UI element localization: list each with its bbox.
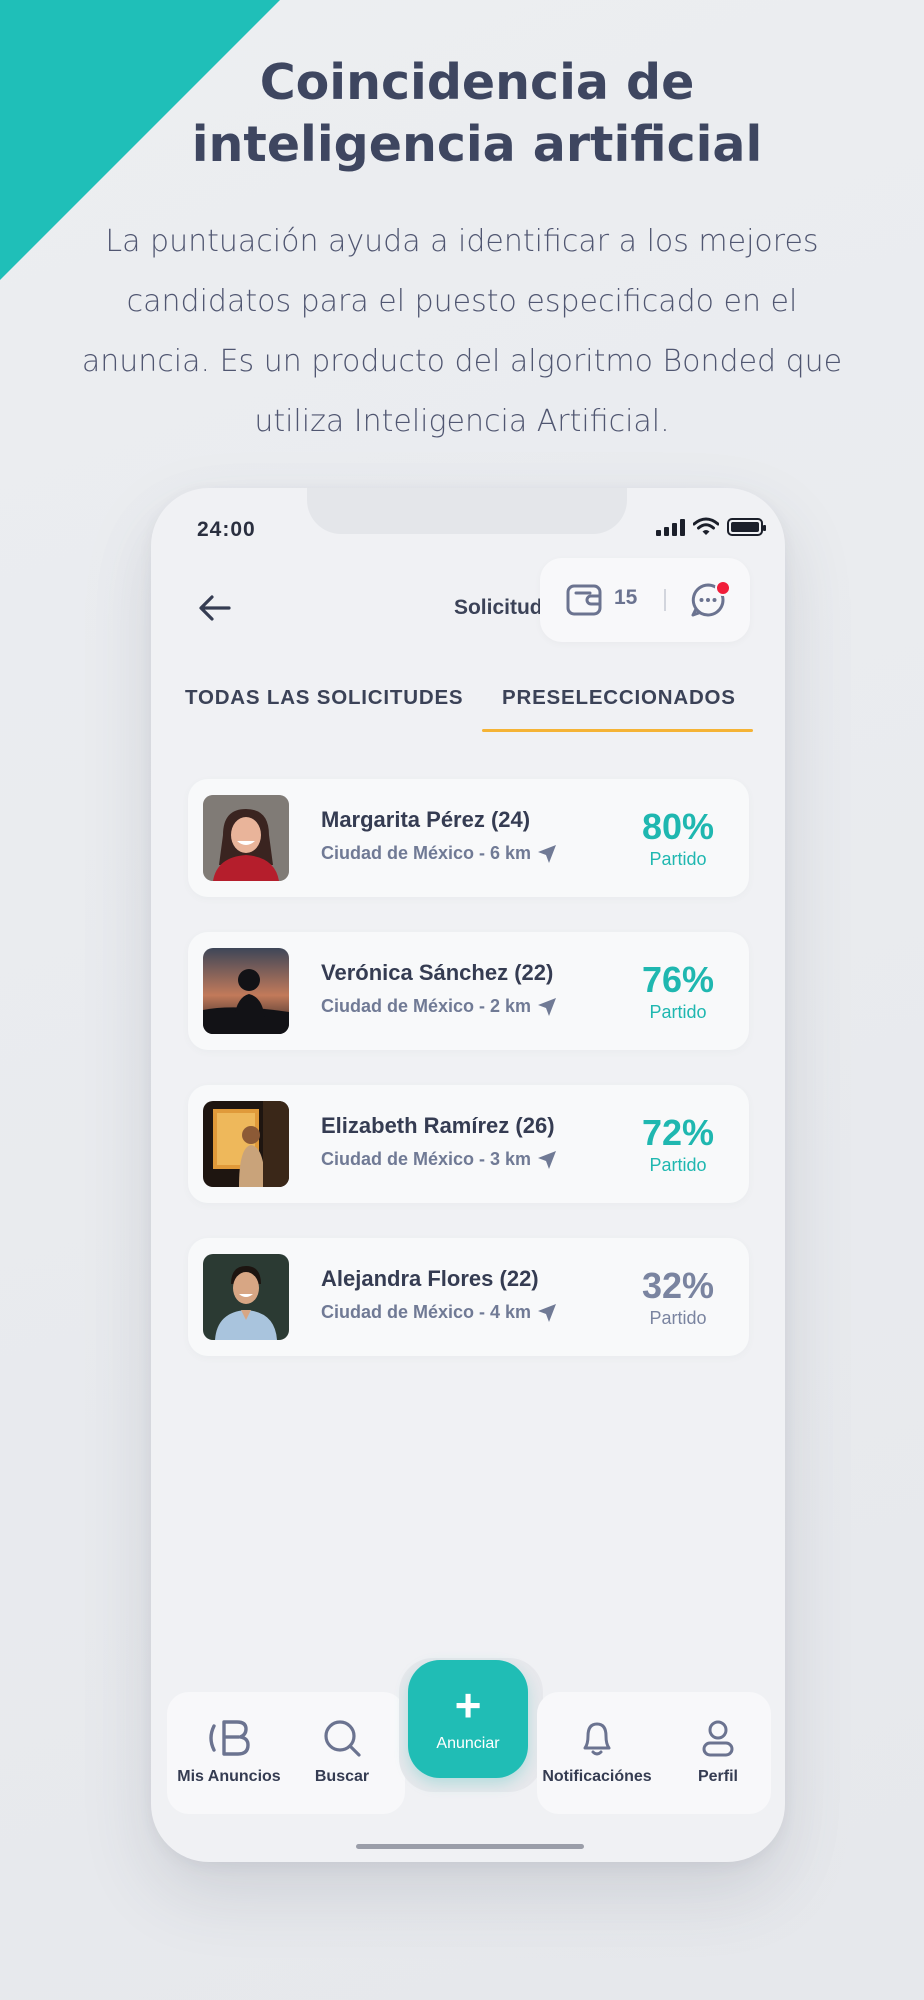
promo-subtitle: La puntuación ayuda a identificar a los … [81,224,843,439]
location-text: Ciudad de México - 2 km [321,996,532,1016]
page-title: Solicitudes [453,596,566,619]
bell-icon [583,1722,611,1756]
match-label: Partido [649,1155,707,1175]
navigation-arrow-icon [538,844,557,863]
navigation-arrow-icon [538,997,557,1016]
candidate-name: Margarita Pérez (24) [321,807,531,832]
nav-label: Perfil [697,1768,738,1785]
promo-title: Coincidencia de inteligencia artificial [0,52,924,176]
signal-icon [656,518,685,536]
fab-label: Anunciar [436,1735,500,1752]
candidate-name: Verónica Sánchez (22) [321,960,554,985]
navigation-arrow-icon [538,1150,557,1169]
candidate-card[interactable]: Margarita Pérez (24) Ciudad de México - … [188,779,749,897]
header-actions: 15 [540,558,750,642]
navigation-arrow-icon [538,1303,557,1322]
match-percentage: 72% [641,1112,715,1153]
nav-mis-anuncios[interactable]: Mis Anuncios [175,1692,283,1814]
promo-title-line2: inteligencia artificial [191,116,763,173]
match-label: Partido [649,1002,707,1022]
avatar [203,795,289,881]
match-percentage: 80% [641,806,715,847]
location-text: Ciudad de México - 6 km [321,843,532,863]
nav-notificaciones[interactable]: Notificaciónes [537,1692,657,1814]
candidate-location: Ciudad de México - 3 km [321,1149,557,1170]
nav-label: Notificaciónes [542,1768,652,1785]
nav-perfil[interactable]: Perfil [683,1692,753,1814]
status-icons [656,516,766,538]
nav-label: Buscar [314,1768,370,1785]
arrow-left-icon [199,595,231,621]
match-percentage: 32% [641,1265,715,1306]
location-text: Ciudad de México - 4 km [321,1302,532,1322]
avatar [203,948,289,1034]
status-time: 24:00 [197,518,256,541]
tab-all-applications[interactable]: TODAS LAS SOLICITUDES [185,684,463,712]
back-button[interactable] [193,586,237,630]
candidate-location: Ciudad de México - 4 km [321,1302,557,1323]
search-icon [324,1720,361,1757]
match-label: Partido [649,849,707,869]
home-indicator[interactable] [356,1844,584,1849]
active-tab-indicator [482,729,753,732]
tab-shortlisted[interactable]: PRESELECCIONADOS [502,684,736,712]
match-percentage: 76% [641,959,715,1000]
bonded-logo-icon [209,1720,250,1756]
credits-count: 15 [614,586,638,609]
bottom-nav-left: Mis Anuncios Buscar [167,1692,405,1814]
bottom-nav-right: Notificaciónes Perfil [537,1692,771,1814]
nav-label: Mis Anuncios [177,1768,281,1785]
location-text: Ciudad de México - 3 km [321,1149,532,1169]
wifi-icon [693,517,719,535]
candidate-name: Elizabeth Ramírez (26) [321,1113,555,1138]
notification-dot [715,580,731,596]
battery-icon [727,518,766,536]
divider [664,589,666,611]
anunciar-button[interactable]: + Anunciar [408,1660,528,1778]
user-icon [702,1720,734,1757]
candidate-location: Ciudad de México - 2 km [321,996,557,1017]
plus-icon: + [454,1679,482,1731]
tab-bar: TODAS LAS SOLICITUDES PRESELECCIONADOS [151,684,785,732]
phone-notch [307,488,627,534]
avatar [203,1254,289,1340]
candidate-card[interactable]: Verónica Sánchez (22) Ciudad de México -… [188,932,749,1050]
match-label: Partido [649,1308,707,1328]
candidate-card[interactable]: Elizabeth Ramírez (26) Ciudad de México … [188,1085,749,1203]
phone-frame: 24:00 Solicitudes 15 TODAS LAS SOLICITUD… [151,488,785,1862]
candidate-card[interactable]: Alejandra Flores (22) Ciudad de México -… [188,1238,749,1356]
nav-buscar[interactable]: Buscar [297,1692,387,1814]
promo-title-line1: Coincidencia de [259,54,695,111]
wallet-button[interactable] [566,583,602,622]
avatar [203,1101,289,1187]
candidate-location: Ciudad de México - 6 km [321,843,557,864]
candidate-name: Alejandra Flores (22) [321,1266,539,1291]
wallet-icon [566,584,602,616]
